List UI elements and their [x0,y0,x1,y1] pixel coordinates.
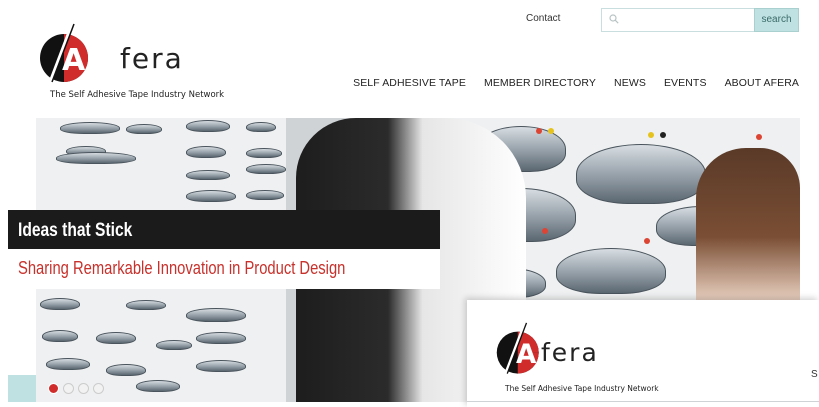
nav-item-news[interactable]: NEWS [614,77,646,89]
slide-dot[interactable] [63,383,74,394]
svg-text:A: A [516,340,537,370]
main-nav: SELF ADHESIVE TAPE MEMBER DIRECTORY NEWS… [353,77,799,89]
car-sketch [246,164,286,174]
car-sketch [246,122,276,132]
hero-title-banner: Ideas that Stick [8,210,440,249]
search-icon [609,14,619,24]
car-sketch [56,152,136,164]
pin-decor [648,132,654,138]
afera-logo[interactable]: A fera The Self Adhesive Tape Industry N… [38,20,238,102]
contact-link[interactable]: Contact [526,13,560,24]
car-sketch [246,148,282,158]
car-sketch [126,124,162,134]
car-sketch [576,144,706,204]
slide-pager [48,383,104,394]
car-sketch [196,360,246,372]
slide-dot[interactable] [48,383,59,394]
car-sketch [186,170,230,180]
car-sketch [46,358,90,370]
teal-accent-strip [8,375,36,402]
pin-decor [756,134,762,140]
car-sketch [126,300,166,310]
pin-decor [536,128,542,134]
car-sketch [186,146,226,158]
svg-text:A: A [62,43,86,78]
logo-tagline: The Self Adhesive Tape Industry Network [505,384,659,393]
afera-logo-secondary[interactable]: A fera The Self Adhesive Tape Industry N… [495,318,695,400]
slide-dot[interactable] [93,383,104,394]
car-sketch [106,364,146,376]
pin-decor [660,132,666,138]
nav-item-about-afera[interactable]: ABOUT AFERA [725,77,799,89]
secondary-header-panel: A fera The Self Adhesive Tape Industry N… [467,300,819,407]
search-input[interactable] [601,8,755,32]
slide-dot[interactable] [78,383,89,394]
car-sketch [136,380,180,392]
car-sketch [40,298,80,310]
search-button[interactable]: search [754,8,799,32]
logo-tagline: The Self Adhesive Tape Industry Network [50,90,225,100]
pin-decor [644,238,650,244]
divider [467,401,819,402]
car-sketch [556,248,666,294]
car-sketch [186,190,236,202]
hero-title: Ideas that Stick [18,220,133,241]
pin-decor [542,228,548,234]
nav-item-self-adhesive-tape[interactable]: SELF ADHESIVE TAPE [353,77,466,89]
car-sketch [186,308,246,322]
car-sketch [42,330,78,342]
clipped-text: S [811,369,818,380]
logo-wordmark: fera [541,338,599,367]
car-sketch [246,190,284,200]
car-sketch [96,332,136,344]
car-sketch [196,332,246,344]
afera-logo-mark-icon: A [40,23,88,83]
logo-wordmark: fera [120,42,184,75]
car-sketch [156,340,192,350]
page: A fera The Self Adhesive Tape Industry N… [0,0,819,407]
nav-item-events[interactable]: EVENTS [664,77,707,89]
pin-decor [548,128,554,134]
car-sketch [186,120,230,132]
hero-subtitle: Sharing Remarkable Innovation in Product… [18,258,346,278]
nav-item-member-directory[interactable]: MEMBER DIRECTORY [484,77,596,89]
hero-subtitle-banner: Sharing Remarkable Innovation in Product… [8,249,440,289]
car-sketch [60,122,120,134]
